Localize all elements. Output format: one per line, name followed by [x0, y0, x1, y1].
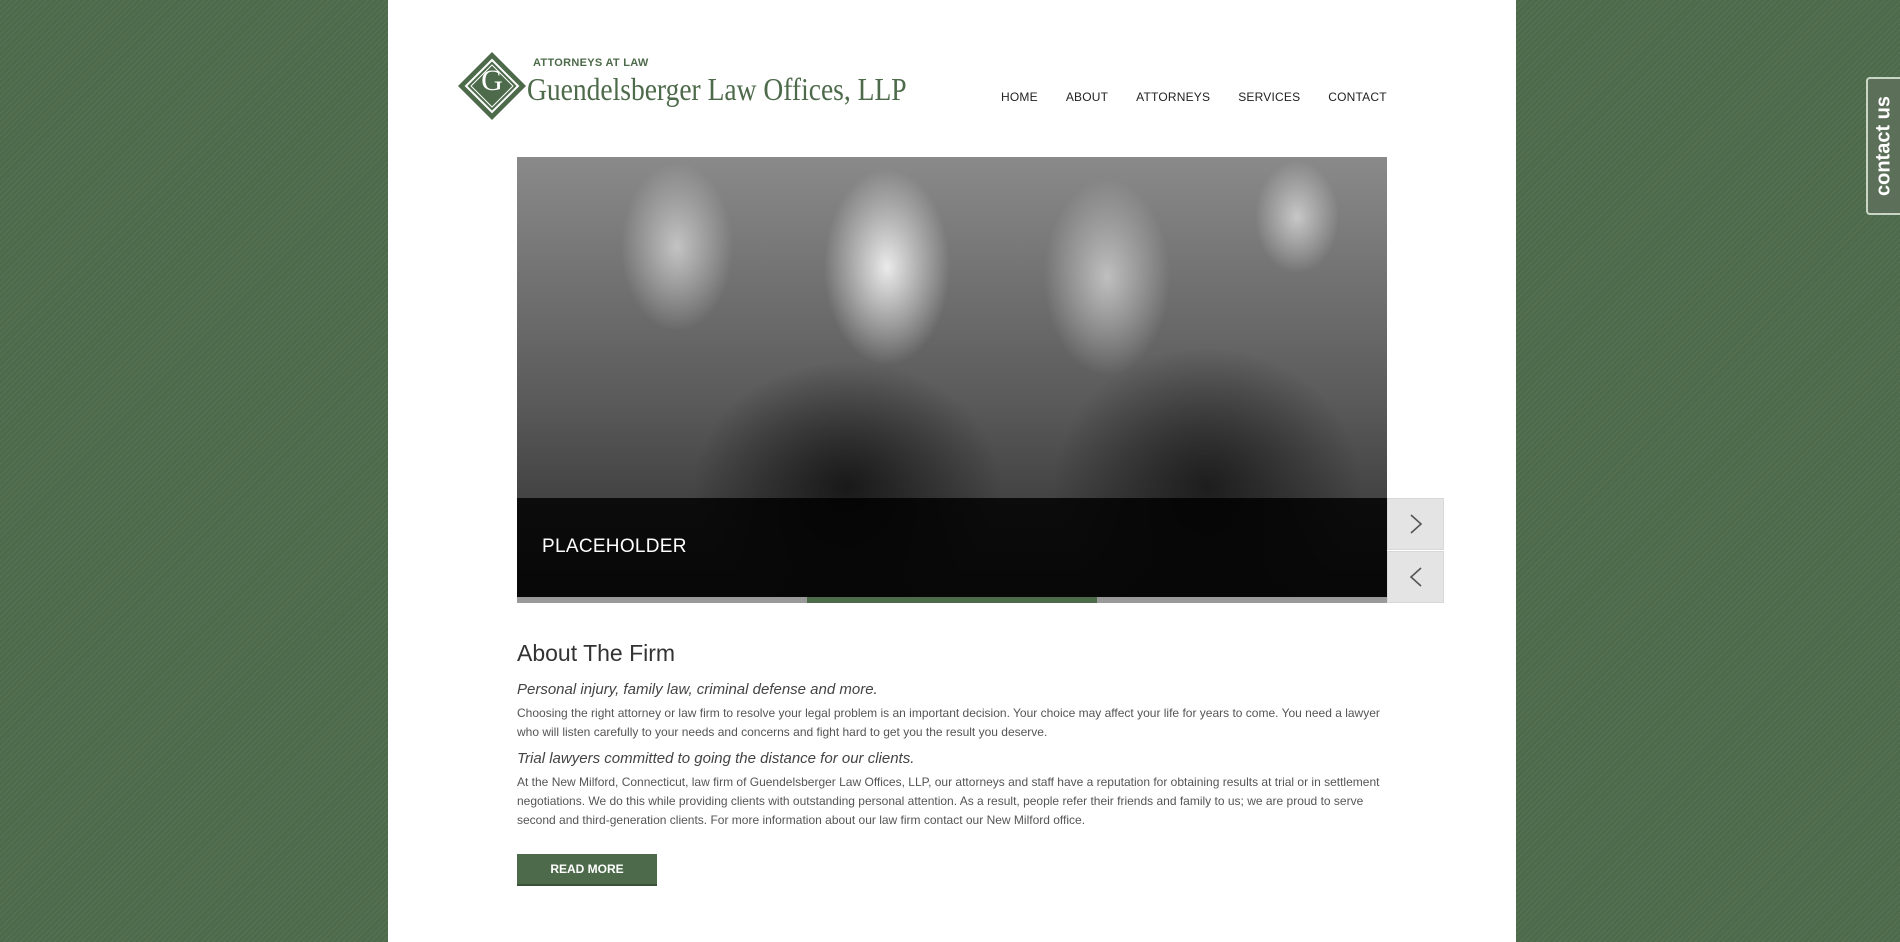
slide-indicator-active[interactable]	[807, 597, 1097, 603]
contact-us-tab[interactable]: contact us	[1866, 77, 1900, 215]
slide-indicator[interactable]	[517, 597, 807, 603]
slider-prev-button[interactable]	[1387, 551, 1444, 603]
nav-attorneys[interactable]: ATTORNEYS	[1136, 90, 1210, 104]
logo-name: Guendelsberger Law Offices, LLP	[527, 71, 907, 107]
slider-next-button[interactable]	[1387, 498, 1444, 550]
slide-indicator[interactable]	[1097, 597, 1387, 603]
main-nav: HOME ABOUT ATTORNEYS SERVICES CONTACT	[1001, 90, 1415, 104]
page-container: G ATTORNEYS AT LAW Guendelsberger Law Of…	[388, 0, 1516, 942]
slider-progress	[517, 597, 1387, 603]
paragraph-firm: At the New Milford, Connecticut, law fir…	[517, 775, 1380, 827]
section-title: About The Firm	[517, 640, 676, 666]
chevron-left-icon	[1409, 567, 1422, 587]
nav-services[interactable]: SERVICES	[1238, 90, 1300, 104]
logo-letter: G	[481, 64, 503, 97]
slide-caption: PLACEHOLDER	[517, 498, 1387, 603]
nav-about[interactable]: ABOUT	[1066, 90, 1108, 104]
read-more-button[interactable]: READ MORE	[517, 854, 657, 886]
logo-tagline: ATTORNEYS AT LAW	[533, 57, 649, 69]
subtitle-practice-areas: Personal injury, family law, criminal de…	[517, 681, 878, 698]
nav-contact[interactable]: CONTACT	[1328, 90, 1387, 104]
slide-caption-text: PLACEHOLDER	[542, 536, 687, 557]
contact-us-tab-label: contact us	[1872, 95, 1895, 197]
subtitle-trial-lawyers: Trial lawyers committed to going the dis…	[517, 750, 915, 767]
hero-slider[interactable]: PLACEHOLDER	[517, 157, 1387, 603]
paragraph-intro: Choosing the right attorney or law firm …	[517, 706, 1380, 739]
nav-home[interactable]: HOME	[1001, 90, 1038, 104]
chevron-right-icon	[1409, 514, 1422, 534]
